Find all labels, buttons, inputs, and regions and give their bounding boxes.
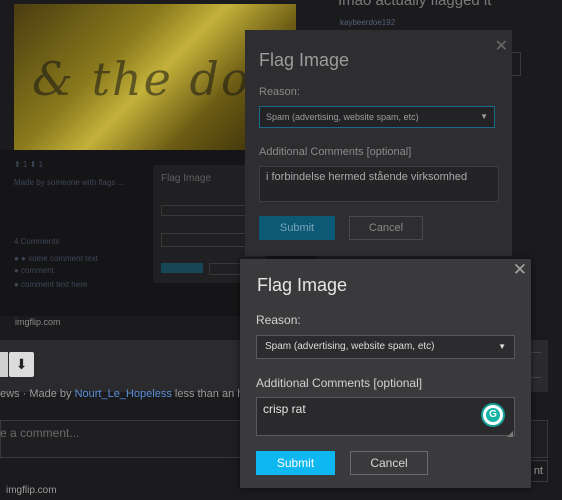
- reason-select[interactable]: Spam (advertising, website spam, etc) ▼: [259, 106, 495, 128]
- preview-submit: [161, 263, 203, 273]
- comments-textarea[interactable]: i forbindelse hermed stående virksomhed: [259, 166, 499, 202]
- upvote-button[interactable]: [0, 352, 8, 377]
- comment-placeholder: e a comment...: [0, 426, 80, 440]
- comment-text: Imao actually flagged it: [338, 0, 492, 9]
- caret-down-icon: ▼: [498, 342, 506, 351]
- grammarly-icon[interactable]: G: [481, 403, 505, 427]
- made-by-prefix: ews · Made by: [0, 388, 75, 400]
- grammarly-logo: G: [486, 408, 500, 422]
- close-icon[interactable]: ✕: [495, 36, 508, 56]
- footer-watermark: imgflip.com: [6, 485, 57, 496]
- made-by-line: ews · Made by Nourt_Le_Hopeless less tha…: [0, 388, 259, 400]
- comments-label: Additional Comments [optional]: [259, 146, 412, 158]
- arrow-down-icon: ⬇: [15, 356, 28, 372]
- dialog-title: Flag Image: [257, 275, 348, 295]
- preview-flag-title: Flag Image: [161, 173, 212, 184]
- submit-button[interactable]: Submit: [259, 216, 335, 240]
- preview-made-by: Made by someone with flags ...: [14, 178, 125, 187]
- resize-handle-icon[interactable]: ◢: [507, 429, 513, 438]
- reason-select[interactable]: Spam (advertising, website spam, etc) ▼: [256, 335, 515, 359]
- reason-label: Reason:: [256, 313, 301, 327]
- cancel-button[interactable]: Cancel: [350, 451, 428, 475]
- comments-label: Additional Comments [optional]: [256, 376, 423, 390]
- cancel-button[interactable]: Cancel: [349, 216, 423, 240]
- author-link[interactable]: Nourt_Le_Hopeless: [75, 388, 172, 400]
- comment-username[interactable]: kaybeerdoe192: [340, 18, 395, 27]
- preview-select: [161, 205, 255, 216]
- flag-dialog-background: Flag Image ✕ Reason: Spam (advertising, …: [245, 30, 512, 256]
- preview-comment: ● comment: [14, 266, 54, 275]
- reason-select-value: Spam (advertising, website spam, etc): [266, 112, 419, 122]
- downvote-button[interactable]: ⬇: [9, 352, 34, 377]
- flag-image-dialog: Flag Image ✕ Reason: Spam (advertising, …: [240, 259, 531, 488]
- preview-comment: ● ● some comment text: [14, 254, 98, 263]
- preview-comments-count: 4 Comments: [14, 237, 60, 246]
- dialog-title: Flag Image: [259, 50, 350, 70]
- preview-comment: ● comment text here: [14, 280, 88, 289]
- submit-button[interactable]: Submit: [256, 451, 335, 475]
- image-watermark: imgflip.com: [15, 317, 61, 327]
- reason-label: Reason:: [259, 86, 300, 98]
- caret-down-icon: ▼: [480, 112, 488, 121]
- preview-textarea: [161, 233, 255, 247]
- comments-textarea[interactable]: crisp rat: [256, 397, 515, 436]
- reason-select-value: Spam (advertising, website spam, etc): [265, 341, 435, 352]
- preview-vote-line: ⬆ 1 ⬇ 1: [14, 160, 43, 169]
- close-icon[interactable]: ✕: [513, 260, 527, 280]
